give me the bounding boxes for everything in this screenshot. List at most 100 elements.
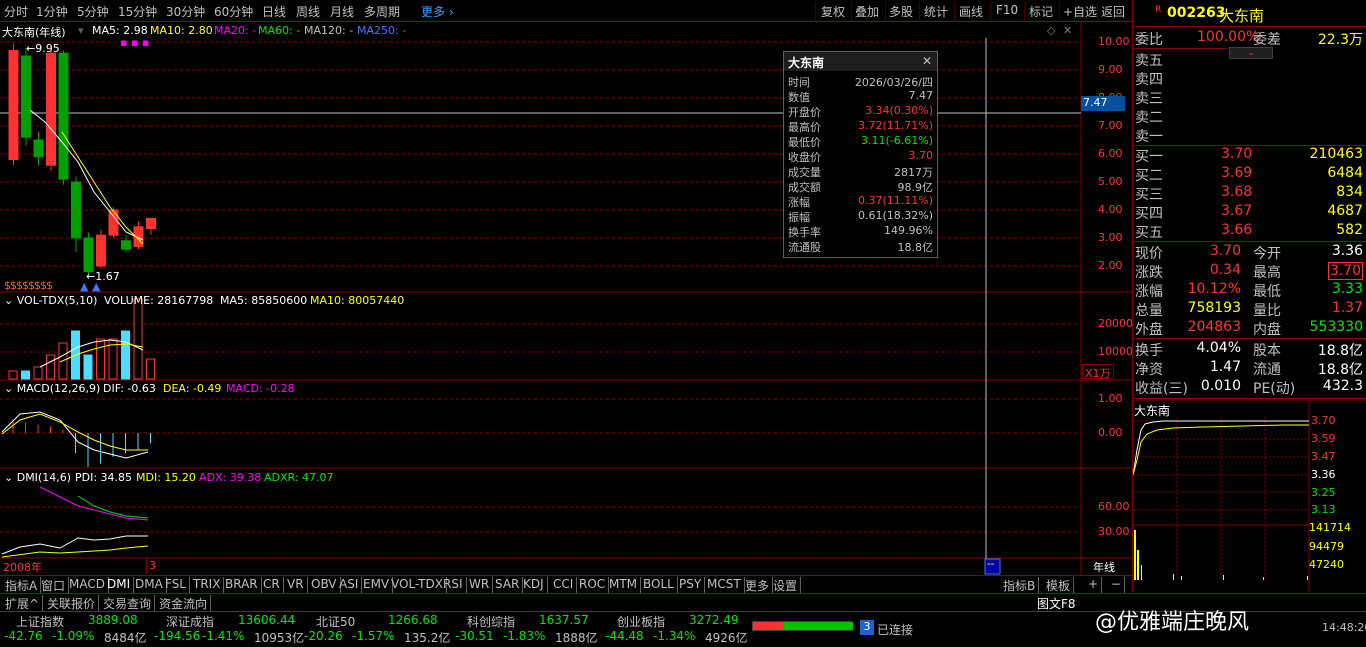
- period-toolbar: 分时 1分钟 5分钟 15分钟 30分钟 60分钟 日线 周线 月线 多周期 更…: [0, 0, 1132, 22]
- volume-bar: [96, 338, 105, 380]
- weibi-row: 委比 100.00% 委差 22.3万: [1135, 29, 1365, 48]
- tooltip-value: 3.11(-6.61%): [861, 134, 933, 147]
- volume-bar: [133, 298, 143, 380]
- extension-tab-3[interactable]: 资金流向: [156, 595, 212, 611]
- dropdown-icon[interactable]: ▾: [78, 24, 84, 37]
- quote-stat-value: 3.36: [1331, 243, 1363, 259]
- indicator-tab-11[interactable]: ASI: [336, 577, 363, 593]
- indicator-tab-18[interactable]: CCI: [550, 577, 578, 593]
- tooltip-title: 大东南: [784, 52, 937, 71]
- fundamental-label: 流通: [1253, 362, 1281, 378]
- quote-stat-value: 3.33: [1331, 281, 1363, 297]
- volume-bar: [83, 354, 93, 380]
- ma60-value: MA60: -: [258, 24, 301, 37]
- indicator-tabs: 指标A 窗口 MACD DMI DMA FSL TRIX BRAR CR VR OBV ASI EMV V…: [0, 575, 1132, 593]
- tooltip-value: 149.96%: [884, 224, 933, 237]
- multi-stock-button[interactable]: 多股: [889, 3, 913, 20]
- indicator-tab-24[interactable]: 更多: [742, 577, 774, 593]
- extension-tab-0[interactable]: 扩展^: [2, 595, 44, 611]
- period-tab-5min[interactable]: 5分钟: [77, 3, 109, 20]
- indicator-tab-2[interactable]: MACD: [66, 577, 109, 593]
- indicator-tab-23[interactable]: MCST: [704, 577, 745, 593]
- tooltip-row: 换手率 149.96%: [784, 224, 937, 239]
- period-tab-fenshi[interactable]: 分时: [4, 3, 28, 20]
- period-tab-day[interactable]: 日线: [262, 3, 286, 20]
- period-tab-week[interactable]: 周线: [296, 3, 320, 20]
- indicator-tab-17[interactable]: KDJ: [520, 577, 548, 593]
- index-amount: 4926亿: [705, 631, 748, 645]
- index-pct: -1.09%: [52, 629, 95, 643]
- index-value: 3889.08: [88, 613, 138, 627]
- extension-tab-1[interactable]: 关联报价: [44, 595, 100, 611]
- toolbar-separator: [851, 2, 852, 20]
- indicator-tab-5[interactable]: FSL: [162, 577, 190, 593]
- indicator-tab-19[interactable]: ROC: [576, 577, 610, 593]
- ma10-value: MA10: 2.80: [150, 24, 213, 37]
- period-tab-more[interactable]: 更多 ›: [421, 3, 454, 20]
- macd-axis-0: 0.00: [1098, 426, 1123, 439]
- mark-button[interactable]: 标记: [1029, 3, 1053, 20]
- price-axis-6: 6.00: [1098, 147, 1123, 160]
- indicator-tab-22[interactable]: PSY: [676, 577, 706, 593]
- period-tab-15min[interactable]: 15分钟: [118, 3, 157, 20]
- tooltip-key: 振幅: [788, 211, 810, 224]
- price-axis-5: 5.00: [1098, 175, 1123, 188]
- period-tab-multi[interactable]: 多周期: [364, 3, 400, 20]
- diamond-icon[interactable]: ◇: [1047, 24, 1055, 37]
- buy-level-price: 3.66: [1221, 222, 1253, 238]
- indicator-tab-25[interactable]: 设置: [770, 577, 802, 593]
- index-change: -194.56: [154, 629, 201, 643]
- indicator-tab-0[interactable]: 指标A: [2, 577, 42, 593]
- draw-line-button[interactable]: 画线: [959, 3, 983, 20]
- mini-vol-axis-3: 47240: [1309, 558, 1344, 571]
- indicator-tab-13[interactable]: VOL-TDX: [388, 577, 447, 593]
- indicator-right-tab-0[interactable]: 指标B: [1000, 577, 1040, 593]
- indicator-right-tab-3[interactable]: −: [1108, 577, 1126, 593]
- quote-stat-value: 10.12%: [1187, 281, 1241, 297]
- tooltip-key: 流通股: [788, 241, 821, 254]
- f10-button[interactable]: F10: [996, 3, 1018, 17]
- toolbar-separator: [1097, 2, 1098, 20]
- chart-text-tab[interactable]: 图文F8: [1034, 595, 1079, 611]
- fuquan-button[interactable]: 复权: [821, 3, 845, 20]
- indicator-tab-3[interactable]: DMI: [104, 577, 135, 593]
- indicator-tab-16[interactable]: SAR: [492, 577, 524, 593]
- period-tab-month[interactable]: 月线: [330, 3, 354, 20]
- indicator-tab-7[interactable]: BRAR: [222, 577, 262, 593]
- tooltip-key: 涨幅: [788, 196, 810, 209]
- period-tab-30min[interactable]: 30分钟: [166, 3, 205, 20]
- indicator-tab-21[interactable]: BOLL: [640, 577, 678, 593]
- close-icon[interactable]: ✕: [1063, 24, 1072, 37]
- tooltip-row: 振幅 0.61(18.32%): [784, 209, 937, 224]
- back-button[interactable]: 返回: [1101, 3, 1125, 20]
- fundamental-value: 18.8亿: [1317, 362, 1363, 378]
- indicator-tab-20[interactable]: MTM: [606, 577, 642, 593]
- indicator-right-tab-2[interactable]: +: [1085, 577, 1103, 593]
- extension-tab-2[interactable]: 交易查询: [100, 595, 156, 611]
- tooltip-key: 换手率: [788, 226, 821, 239]
- period-tab-60min[interactable]: 60分钟: [214, 3, 253, 20]
- sell3-row: 卖三: [1135, 88, 1365, 107]
- period-tab-1min[interactable]: 1分钟: [36, 3, 68, 20]
- buy-level-price: 3.70: [1221, 146, 1253, 162]
- candle: [96, 234, 106, 267]
- indicator-tab-15[interactable]: WR: [466, 577, 494, 593]
- stats-button[interactable]: 统计: [924, 3, 948, 20]
- indicator-tab-8[interactable]: CR: [260, 577, 284, 593]
- add-watchlist-button[interactable]: +自选: [1063, 3, 1097, 20]
- watermark: @优雅端庄晚风: [1095, 610, 1250, 635]
- close-icon[interactable]: ✕: [922, 54, 932, 68]
- xaxis-period-label: 年线: [1093, 561, 1115, 574]
- indicator-tab-9[interactable]: VR: [284, 577, 308, 593]
- dmi-adx-value: ADX: 39.38: [199, 471, 262, 484]
- overlay-button[interactable]: 叠加: [855, 3, 879, 20]
- tooltip-row: 数值 7.47: [784, 89, 937, 104]
- indicator-tab-6[interactable]: TRIX: [190, 577, 225, 593]
- toolbar-separator: [990, 2, 991, 20]
- connection-status: 已连接: [877, 623, 914, 637]
- indicator-tab-14[interactable]: RSI: [440, 577, 467, 593]
- quote-stat-row: 总量 758193 量比 1.37: [1135, 300, 1365, 319]
- price-axis-2: 2.00: [1098, 259, 1123, 272]
- indicator-right-tab-1[interactable]: 模板: [1043, 577, 1075, 593]
- indicator-tab-1[interactable]: 窗口: [38, 577, 70, 593]
